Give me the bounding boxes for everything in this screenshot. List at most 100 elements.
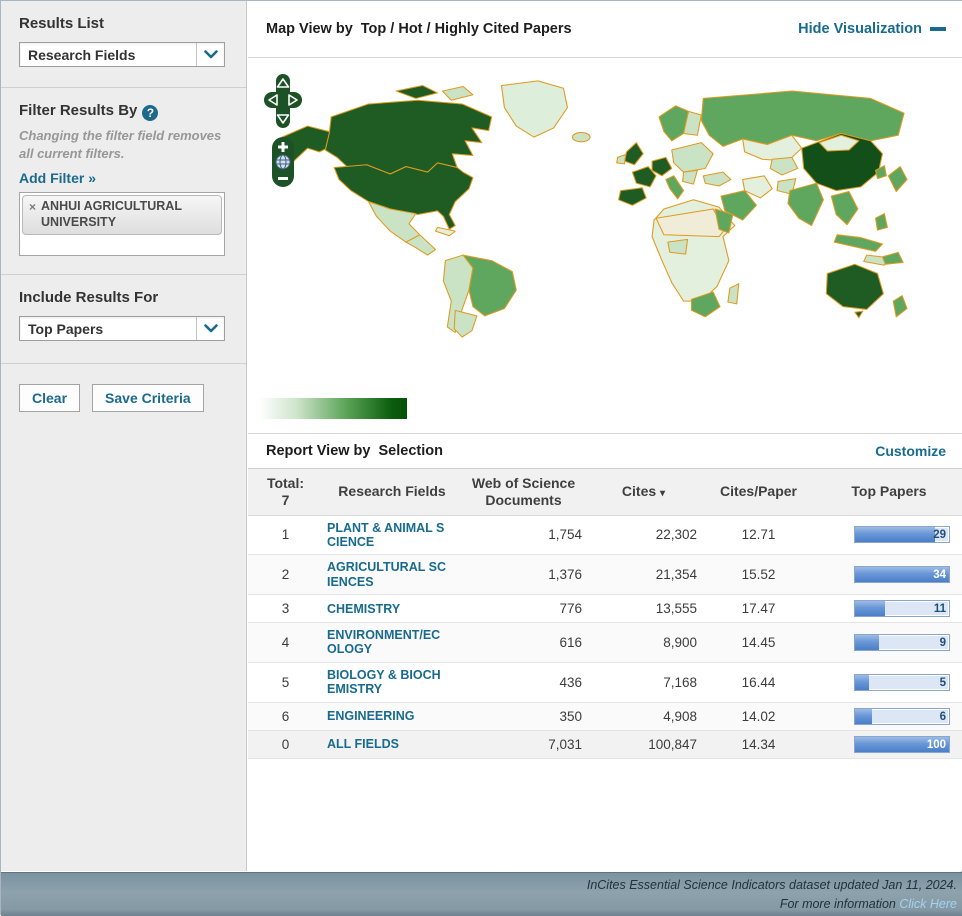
region-central-asia[interactable] [769,156,799,176]
country-tasmania[interactable] [854,310,864,319]
country-greenland[interactable] [500,80,568,138]
row-top-papers: 11 [816,594,962,624]
table-row: 5 BIOLOGY & BIOCHEMISTRY 436 7,168 16.44… [248,662,962,703]
country-new-guinea[interactable] [881,251,904,265]
sort-descending-icon: ▾ [660,488,666,500]
map-pan-control[interactable] [263,73,303,131]
map-view-title: Map View by Top / Hot / Highly Cited Pape… [266,21,572,37]
customize-link[interactable]: Customize [875,443,946,459]
row-documents: 776 [461,594,586,624]
country-italy[interactable] [665,175,685,200]
research-field-link[interactable]: AGRICULTURAL SCIENCES [327,560,447,589]
arctic-island[interactable] [441,85,474,101]
row-top-papers: 9 [816,622,962,663]
country-canada[interactable] [324,99,493,175]
country-brazil[interactable] [462,254,517,317]
country-india[interactable] [787,182,824,227]
criteria-buttons: Clear Save Criteria [1,364,246,432]
world-choropleth-map[interactable] [280,80,910,338]
country-malaysia[interactable] [833,234,883,252]
save-criteria-button[interactable]: Save Criteria [92,384,204,413]
region-balkans[interactable] [682,169,698,185]
column-header-research-fields: Research Fields [323,468,461,516]
row-cites: 22,302 [586,515,701,556]
country-philippines[interactable] [875,213,888,231]
research-field-link[interactable]: BIOLOGY & BIOCHEMISTRY [327,668,447,697]
country-turkey[interactable] [702,171,732,187]
row-field: PLANT & ANIMAL SCIENCE [323,515,461,556]
column-header-top-papers: Top Papers [816,468,962,516]
row-cites: 7,168 [586,662,701,703]
map-zoom-control[interactable] [271,136,295,188]
country-australia[interactable] [825,263,884,310]
clear-button[interactable]: Clear [19,384,81,413]
map-view-header: Map View by Top / Hot / Highly Cited Pape… [248,1,962,58]
row-documents: 350 [461,702,586,731]
include-results-dropdown[interactable]: Top Papers [19,316,225,342]
country-iceland[interactable] [571,132,591,143]
table-row: 2 AGRICULTURAL SCIENCES 1,376 21,354 15.… [248,554,962,596]
column-header-cites-sort[interactable]: Cites ▾ [586,468,701,516]
country-ireland[interactable] [616,154,627,165]
region-scandinavia[interactable] [658,105,690,142]
top-papers-value: 34 [933,569,946,582]
remove-filter-icon[interactable]: × [29,200,36,230]
research-field-link[interactable]: ALL FIELDS [327,737,447,751]
country-madagascar[interactable] [727,283,740,305]
help-icon[interactable]: ? [142,105,159,121]
country-new-zealand[interactable] [892,295,908,318]
report-section: Report View by Selection Customize Total:… [248,433,962,759]
region-indochina[interactable] [830,190,859,226]
country-argentina[interactable] [453,309,478,338]
region-eastern-europe[interactable] [671,142,714,173]
research-field-link[interactable]: ENGINEERING [327,709,447,723]
row-rank: 4 [248,622,323,663]
chevron-down-icon [196,43,224,66]
country-cuba[interactable] [434,226,456,237]
research-field-link[interactable]: PLANT & ANIMAL SCIENCE [327,521,447,550]
row-field: ENVIRONMENT/ECOLOGY [323,622,461,663]
top-papers-bar: 9 [854,633,950,651]
table-row: 6 ENGINEERING 350 4,908 14.02 6 [248,702,962,731]
country-uk[interactable] [623,142,644,166]
hide-visualization-link[interactable]: Hide Visualization [798,21,946,37]
region-west-africa[interactable] [667,238,689,255]
row-cites: 100,847 [586,730,701,759]
row-rank: 2 [248,554,323,596]
top-papers-value: 6 [939,710,946,723]
add-filter-link[interactable]: Add Filter » [19,170,96,186]
top-papers-bar: 11 [854,600,950,618]
column-header-cites-per-paper: Cites/Paper [701,468,816,516]
click-here-link[interactable]: Click Here [899,897,957,911]
footer-dataset-note: InCites Essential Science Indicators dat… [586,878,957,893]
top-papers-bar-fill [855,674,870,690]
country-russia[interactable] [700,90,905,147]
row-cites-per-paper: 14.45 [701,622,816,663]
row-cites: 13,555 [586,594,701,624]
country-spain[interactable] [618,187,647,206]
country-germany[interactable] [651,156,673,177]
row-rank: 0 [248,730,323,759]
research-field-link[interactable]: CHEMISTRY [327,602,447,616]
filter-chip[interactable]: × ANHUI AGRICULTURAL UNIVERSITY [22,195,222,236]
map-region [248,58,962,433]
report-view-header: Report View by Selection Customize [248,434,962,468]
research-field-link[interactable]: ENVIRONMENT/ECOLOGY [327,628,447,657]
row-rank: 5 [248,662,323,703]
minus-icon [930,27,946,31]
arctic-island[interactable] [395,85,439,99]
chevron-down-icon [196,317,224,341]
top-papers-bar-fill [855,634,880,650]
filters-sidebar: Results List Research Fields Filter Resu… [1,1,247,871]
country-japan[interactable] [887,166,908,192]
row-field: BIOLOGY & BIOCHEMISTRY [323,662,461,703]
results-list-dropdown[interactable]: Research Fields [19,42,225,67]
table-row: 0 ALL FIELDS 7,031 100,847 14.34 100 [248,730,962,759]
row-top-papers: 5 [816,662,962,703]
row-documents: 1,754 [461,515,586,556]
row-field: ALL FIELDS [323,730,461,759]
top-papers-bar: 29 [854,526,950,544]
top-papers-bar: 6 [854,707,950,725]
row-field: ENGINEERING [323,702,461,731]
row-cites-per-paper: 12.71 [701,515,816,556]
